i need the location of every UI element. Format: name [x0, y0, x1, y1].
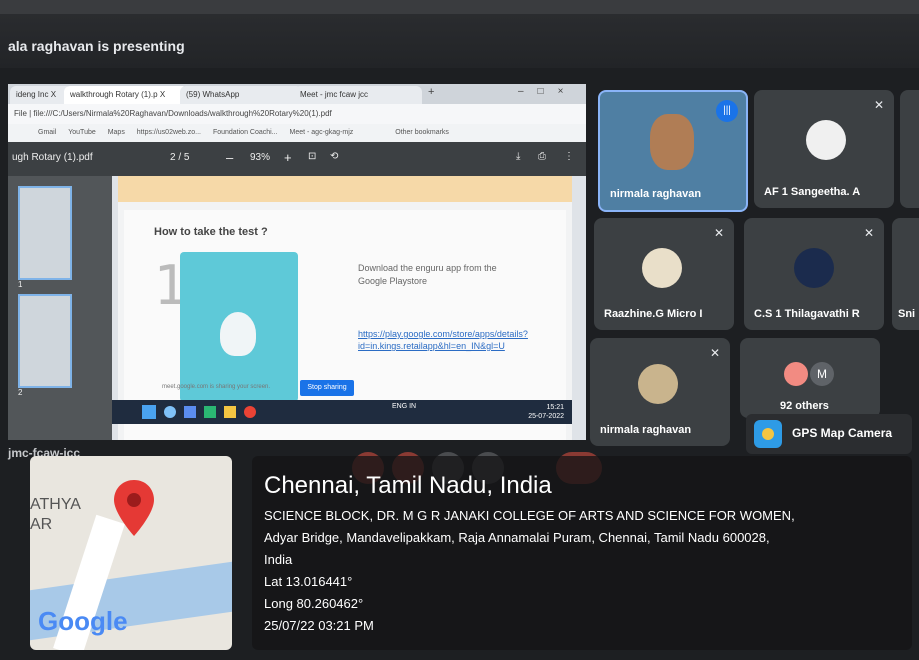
browser-tab[interactable]: ideng Inc X [10, 86, 72, 104]
participant-avatar [638, 364, 678, 404]
address-line: Adyar Bridge, Mandavelipakkam, Raja Anna… [264, 530, 770, 545]
rotate-icon[interactable]: ⟲ [330, 151, 338, 162]
sharing-note: meet.google.com is sharing your screen. [162, 384, 271, 390]
page-thumbnail[interactable] [18, 294, 72, 388]
participant-tile[interactable]: ✕ nirmala raghavan [590, 338, 730, 446]
map-pin-icon [112, 478, 156, 543]
pdf-toolbar: ugh Rotary (1).pdf 2 / 5 – 93% + ⊡ ⟲ ⤓ ⎙… [8, 142, 586, 176]
download-icon[interactable]: ⤓ [516, 151, 520, 162]
edge-icon[interactable] [204, 406, 216, 418]
window-controls-icon[interactable]: –□× [518, 86, 577, 97]
bookmark-item[interactable]: YouTube [68, 129, 96, 136]
more-icon[interactable]: ⋮ [564, 151, 574, 162]
presenting-banner: ala raghavan is presenting [8, 38, 185, 54]
chrome-icon[interactable] [244, 406, 256, 418]
print-icon[interactable]: ⎙ [538, 151, 546, 162]
explorer-icon[interactable] [224, 406, 236, 418]
zoom-out-icon[interactable]: – [226, 150, 233, 165]
gps-camera-badge: GPS Map Camera [746, 414, 912, 454]
new-tab-icon[interactable]: + [428, 86, 434, 98]
download-instruction: Download the enguru app from the Google … [358, 263, 497, 286]
speaking-indicator-icon: ||| [716, 100, 738, 122]
language-indicator[interactable]: ENG IN [392, 403, 416, 410]
datetime: 25/07/22 03:21 PM [264, 618, 374, 633]
participant-tile[interactable]: ✕ AF 1 Sangeetha. A [754, 90, 894, 208]
fit-page-icon[interactable]: ⊡ [308, 151, 316, 162]
browser-tab-active[interactable]: walkthrough Rotary (1).p X [64, 86, 188, 104]
pdf-filename: ugh Rotary (1).pdf [12, 152, 93, 163]
mic-off-icon: ✕ [713, 226, 724, 240]
location-city: Chennai, Tamil Nadu, India [264, 472, 552, 499]
participant-avatar [806, 120, 846, 160]
thumbnail-label: 2 [18, 388, 23, 397]
map-label: ATHYA [30, 496, 81, 513]
mic-off-icon: ✕ [873, 98, 884, 112]
participant-video [650, 114, 694, 170]
bookmark-item[interactable]: Foundation Coachi... [213, 129, 278, 136]
gps-camera-icon [754, 420, 782, 448]
participant-avatar [784, 362, 808, 386]
participant-initial-avatar: M [810, 362, 834, 386]
map-thumbnail: ATHYA AR Google [30, 456, 232, 650]
playstore-link[interactable]: https://play.google.com/store/apps/detai… [358, 328, 538, 352]
location-info-panel: Chennai, Tamil Nadu, India SCIENCE BLOCK… [252, 456, 912, 650]
participant-name: Raazhine.G Micro I [604, 308, 703, 320]
mic-off-icon: ✕ [863, 226, 874, 240]
pdf-thumbnail-pane: 1 2 [8, 176, 112, 440]
search-icon[interactable] [164, 406, 176, 418]
page-thumbnail[interactable] [18, 186, 72, 280]
pdf-page-indicator[interactable]: 2 / 5 [170, 152, 189, 163]
participant-name: AF 1 Sangeetha. A [764, 186, 861, 198]
bookmark-item[interactable]: Maps [108, 129, 125, 136]
page-header-band [118, 176, 572, 202]
start-icon[interactable] [142, 405, 156, 419]
participant-tile[interactable]: ✕ C.S 1 Thilagavathi R [744, 218, 884, 330]
others-tile[interactable]: M 92 others [740, 338, 880, 418]
browser-tab[interactable]: Meet - jmc fcaw jcc [294, 86, 422, 104]
zoom-in-icon[interactable]: + [284, 150, 292, 165]
address-text: File | file:///C:/Users/Nirmala%20Raghav… [14, 109, 332, 118]
taskbar-clock[interactable]: 15:21 25-07-2022 [528, 403, 564, 421]
browser-tab-bar: ideng Inc X walkthrough Rotary (1).p X (… [8, 84, 586, 104]
browser-tab[interactable]: (59) WhatsApp [180, 86, 302, 104]
latitude: Lat 13.016441° [264, 574, 353, 589]
taskview-icon[interactable] [184, 406, 196, 418]
bookmarks-bar: Gmail YouTube Maps https://us02web.zo...… [8, 124, 586, 142]
bookmark-item[interactable]: Gmail [38, 129, 56, 136]
stop-sharing-button[interactable]: Stop sharing [300, 380, 354, 396]
camera-lens-icon [762, 428, 774, 440]
address-bar[interactable]: File | file:///C:/Users/Nirmala%20Raghav… [8, 104, 586, 124]
bookmark-item[interactable]: https://us02web.zo... [137, 129, 201, 136]
bookmark-item[interactable]: Meet - agc-gkag-mjz [290, 129, 354, 136]
phone-illustration [180, 252, 298, 402]
others-count: 92 others [780, 400, 829, 412]
mascot-icon [220, 312, 256, 356]
participant-avatar [794, 248, 834, 288]
google-logo: Google [38, 606, 128, 636]
participant-tile[interactable] [900, 90, 919, 208]
windows-taskbar: ENG IN 15:21 25-07-2022 [112, 400, 572, 424]
clock-date: 25-07-2022 [528, 413, 564, 420]
slide-heading: How to take the test ? [154, 226, 268, 238]
gps-camera-label: GPS Map Camera [792, 426, 893, 440]
participant-name: nirmala raghavan [610, 188, 702, 200]
address-line: SCIENCE BLOCK, DR. M G R JANAKI COLLEGE … [264, 508, 795, 523]
address-line: India [264, 552, 293, 567]
map-label: AR [30, 516, 53, 533]
participant-name: C.S 1 Thilagavathi R [754, 308, 860, 320]
clock-time: 15:21 [546, 404, 564, 411]
participant-tile[interactable]: Sni [892, 218, 919, 330]
participant-avatar [642, 248, 682, 288]
monitor-bezel [0, 0, 919, 14]
thumbnail-label: 1 [18, 280, 23, 289]
shared-screen: ideng Inc X walkthrough Rotary (1).p X (… [8, 84, 586, 440]
participant-tile[interactable]: ||| nirmala raghavan [598, 90, 748, 212]
participant-tile[interactable]: ✕ Raazhine.G Micro I [594, 218, 734, 330]
participant-name: Sni [898, 308, 916, 320]
mic-off-icon: ✕ [709, 346, 720, 360]
bookmark-item[interactable]: Other bookmarks [395, 129, 449, 136]
longitude: Long 80.260462° [264, 596, 364, 611]
zoom-level[interactable]: 93% [250, 152, 270, 163]
participant-name: nirmala raghavan [600, 424, 692, 436]
